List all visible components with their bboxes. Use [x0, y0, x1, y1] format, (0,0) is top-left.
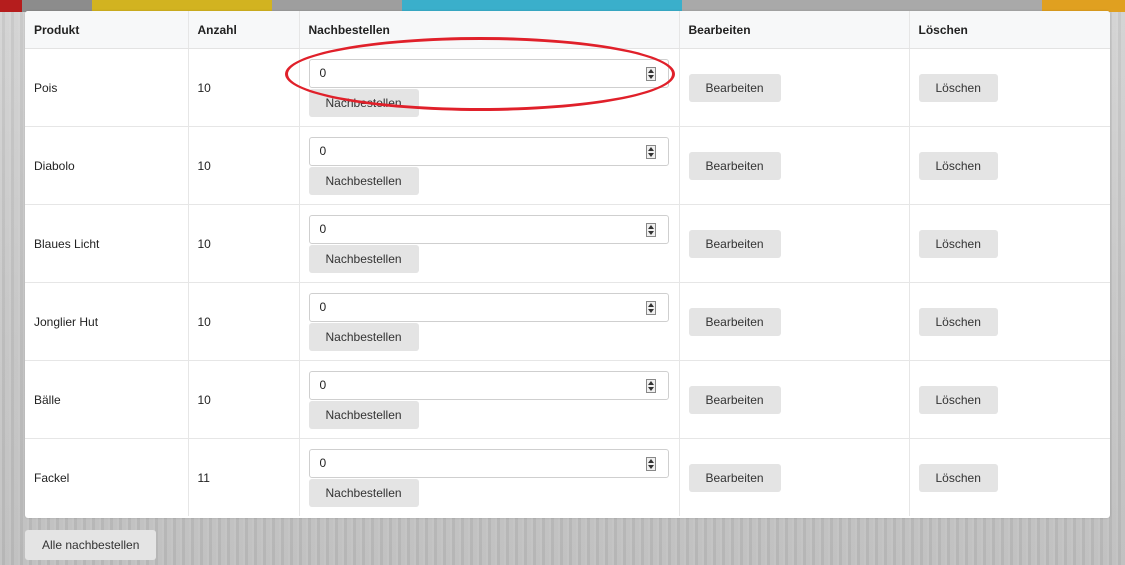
column-header-bearbeiten: Bearbeiten — [679, 11, 910, 49]
delete-button[interactable]: Löschen — [918, 73, 998, 102]
reorder-quantity-stepper[interactable] — [308, 214, 669, 244]
reorder-cell: Nachbestellen — [299, 360, 680, 439]
table-row: Pois 10 Nachbestellen Bearbeiten Löschen — [25, 48, 1110, 127]
products-table: Produkt Anzahl Nachbestellen Bearbeiten … — [25, 11, 1110, 516]
edit-button[interactable]: Bearbeiten — [688, 307, 781, 336]
reorder-cell: Nachbestellen — [299, 48, 680, 127]
table-row: Blaues Licht 10 Nachbestellen Bearbeiten… — [25, 204, 1110, 283]
delete-button[interactable]: Löschen — [918, 385, 998, 414]
reorder-quantity-input[interactable] — [309, 293, 640, 321]
reorder-cell: Nachbestellen — [299, 204, 680, 283]
table-body: Pois 10 Nachbestellen Bearbeiten Löschen — [25, 48, 1110, 517]
column-header-loeschen: Löschen — [909, 11, 1110, 49]
table-header-row: Produkt Anzahl Nachbestellen Bearbeiten … — [25, 11, 1110, 49]
edit-cell: Bearbeiten — [679, 438, 910, 516]
reorder-button[interactable]: Nachbestellen — [308, 88, 419, 117]
column-header-produkt: Produkt — [25, 11, 189, 49]
delete-cell: Löschen — [909, 439, 1110, 517]
delete-cell: Löschen — [909, 48, 1110, 127]
edit-cell: Bearbeiten — [679, 126, 910, 205]
edit-cell: Bearbeiten — [679, 282, 910, 361]
reorder-cell: Nachbestellen — [299, 282, 680, 361]
product-name: Fackel — [25, 438, 189, 516]
product-count: 10 — [188, 360, 300, 439]
reorder-cell: Nachbestellen — [299, 126, 680, 205]
edit-button[interactable]: Bearbeiten — [688, 385, 781, 414]
edit-cell: Bearbeiten — [679, 204, 910, 283]
spinner-arrows-icon[interactable] — [645, 66, 656, 81]
reorder-quantity-input[interactable] — [309, 371, 640, 399]
reorder-button[interactable]: Nachbestellen — [308, 400, 419, 429]
spinner-arrows-icon[interactable] — [645, 300, 656, 315]
table-row: Fackel 11 Nachbestellen Bearbeiten Lösch… — [25, 438, 1110, 517]
reorder-quantity-input[interactable] — [309, 449, 640, 477]
table-row: Jonglier Hut 10 Nachbestellen Bearbeiten… — [25, 282, 1110, 361]
product-name: Pois — [25, 48, 189, 127]
product-count: 10 — [188, 48, 300, 127]
delete-cell: Löschen — [909, 204, 1110, 283]
product-name: Diabolo — [25, 126, 189, 205]
edit-button[interactable]: Bearbeiten — [688, 463, 781, 492]
spinner-arrows-icon[interactable] — [645, 144, 656, 159]
product-name: Bälle — [25, 360, 189, 439]
delete-button[interactable]: Löschen — [918, 151, 998, 180]
column-header-nachbestellen: Nachbestellen — [299, 11, 680, 49]
products-panel: Produkt Anzahl Nachbestellen Bearbeiten … — [25, 11, 1110, 518]
reorder-button[interactable]: Nachbestellen — [308, 244, 419, 273]
reorder-quantity-input[interactable] — [309, 59, 640, 87]
reorder-cell: Nachbestellen — [299, 438, 680, 516]
reorder-quantity-stepper[interactable] — [308, 292, 669, 322]
delete-cell: Löschen — [909, 282, 1110, 361]
product-count: 10 — [188, 282, 300, 361]
product-name: Jonglier Hut — [25, 282, 189, 361]
delete-button[interactable]: Löschen — [918, 229, 998, 258]
delete-button[interactable]: Löschen — [918, 307, 998, 336]
column-header-anzahl: Anzahl — [188, 11, 300, 49]
table-row: Diabolo 10 Nachbestellen Bearbeiten Lösc… — [25, 126, 1110, 205]
spinner-arrows-icon[interactable] — [645, 222, 656, 237]
spinner-arrows-icon[interactable] — [645, 456, 656, 471]
edit-button[interactable]: Bearbeiten — [688, 229, 781, 258]
edit-button[interactable]: Bearbeiten — [688, 151, 781, 180]
reorder-quantity-stepper[interactable] — [308, 370, 669, 400]
reorder-quantity-input[interactable] — [309, 215, 640, 243]
delete-button[interactable]: Löschen — [918, 463, 998, 492]
reorder-button[interactable]: Nachbestellen — [308, 478, 419, 507]
product-count: 10 — [188, 204, 300, 283]
spinner-arrows-icon[interactable] — [645, 378, 656, 393]
edit-cell: Bearbeiten — [679, 360, 910, 439]
delete-cell: Löschen — [909, 360, 1110, 439]
reorder-all-button[interactable]: Alle nachbestellen — [25, 530, 157, 560]
reorder-button[interactable]: Nachbestellen — [308, 166, 419, 195]
reorder-button[interactable]: Nachbestellen — [308, 322, 419, 351]
reorder-quantity-input[interactable] — [309, 137, 640, 165]
product-name: Blaues Licht — [25, 204, 189, 283]
table-row: Bälle 10 Nachbestellen Bearbeiten Lösche… — [25, 360, 1110, 439]
product-count: 11 — [188, 438, 300, 516]
reorder-quantity-stepper[interactable] — [308, 136, 669, 166]
delete-cell: Löschen — [909, 126, 1110, 205]
edit-button[interactable]: Bearbeiten — [688, 73, 781, 102]
reorder-quantity-stepper[interactable] — [308, 448, 669, 478]
reorder-quantity-stepper[interactable] — [308, 58, 669, 88]
edit-cell: Bearbeiten — [679, 48, 910, 127]
product-count: 10 — [188, 126, 300, 205]
